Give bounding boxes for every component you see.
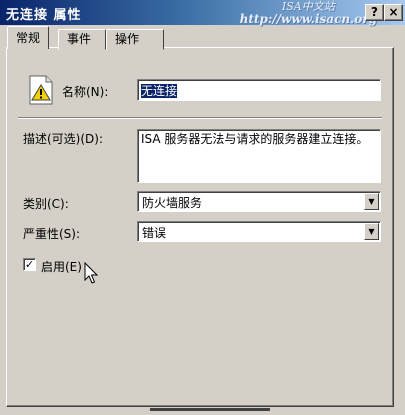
- tab-events[interactable]: 事件: [58, 29, 106, 50]
- enabled-checkbox[interactable]: ✓: [23, 258, 36, 271]
- severity-label: 严重性(S):: [23, 227, 81, 241]
- watermark-url: http://www.isacn.org: [239, 12, 377, 26]
- category-value: 防火墙服务: [142, 196, 203, 210]
- name-label: 名称(N):: [62, 85, 109, 99]
- tab-general[interactable]: 常规: [7, 26, 50, 49]
- warning-icon: [29, 75, 53, 105]
- description-input[interactable]: ISA 服务器无法与请求的服务器建立连接。: [137, 129, 381, 183]
- watermark: ISA中文站 http://www.isacn.org: [239, 1, 377, 26]
- severity-value: 错误: [142, 226, 167, 240]
- help-button[interactable]: ?: [365, 4, 384, 21]
- category-select[interactable]: 防火墙服务 ▼: [137, 191, 381, 212]
- description-label: 描述(可选)(D):: [23, 132, 104, 146]
- name-input-value: 无连接: [141, 84, 178, 98]
- separator: [18, 117, 382, 119]
- title-bar[interactable]: 无连接 属性 ISA中文站 http://www.isacn.org ? ×: [0, 0, 405, 25]
- enabled-label[interactable]: 启用(E): [41, 258, 82, 275]
- name-input[interactable]: 无连接: [137, 79, 381, 101]
- close-button[interactable]: ×: [384, 4, 403, 21]
- tab-actions[interactable]: 操作: [106, 29, 164, 50]
- category-dropdown-arrow-icon[interactable]: ▼: [364, 193, 379, 210]
- severity-select[interactable]: 错误 ▼: [137, 221, 381, 242]
- bottom-edge: [150, 408, 270, 411]
- severity-dropdown-arrow-icon[interactable]: ▼: [364, 223, 379, 240]
- mouse-cursor-icon: [84, 262, 98, 284]
- category-label: 类别(C):: [23, 197, 69, 211]
- window-title: 无连接 属性: [6, 8, 82, 23]
